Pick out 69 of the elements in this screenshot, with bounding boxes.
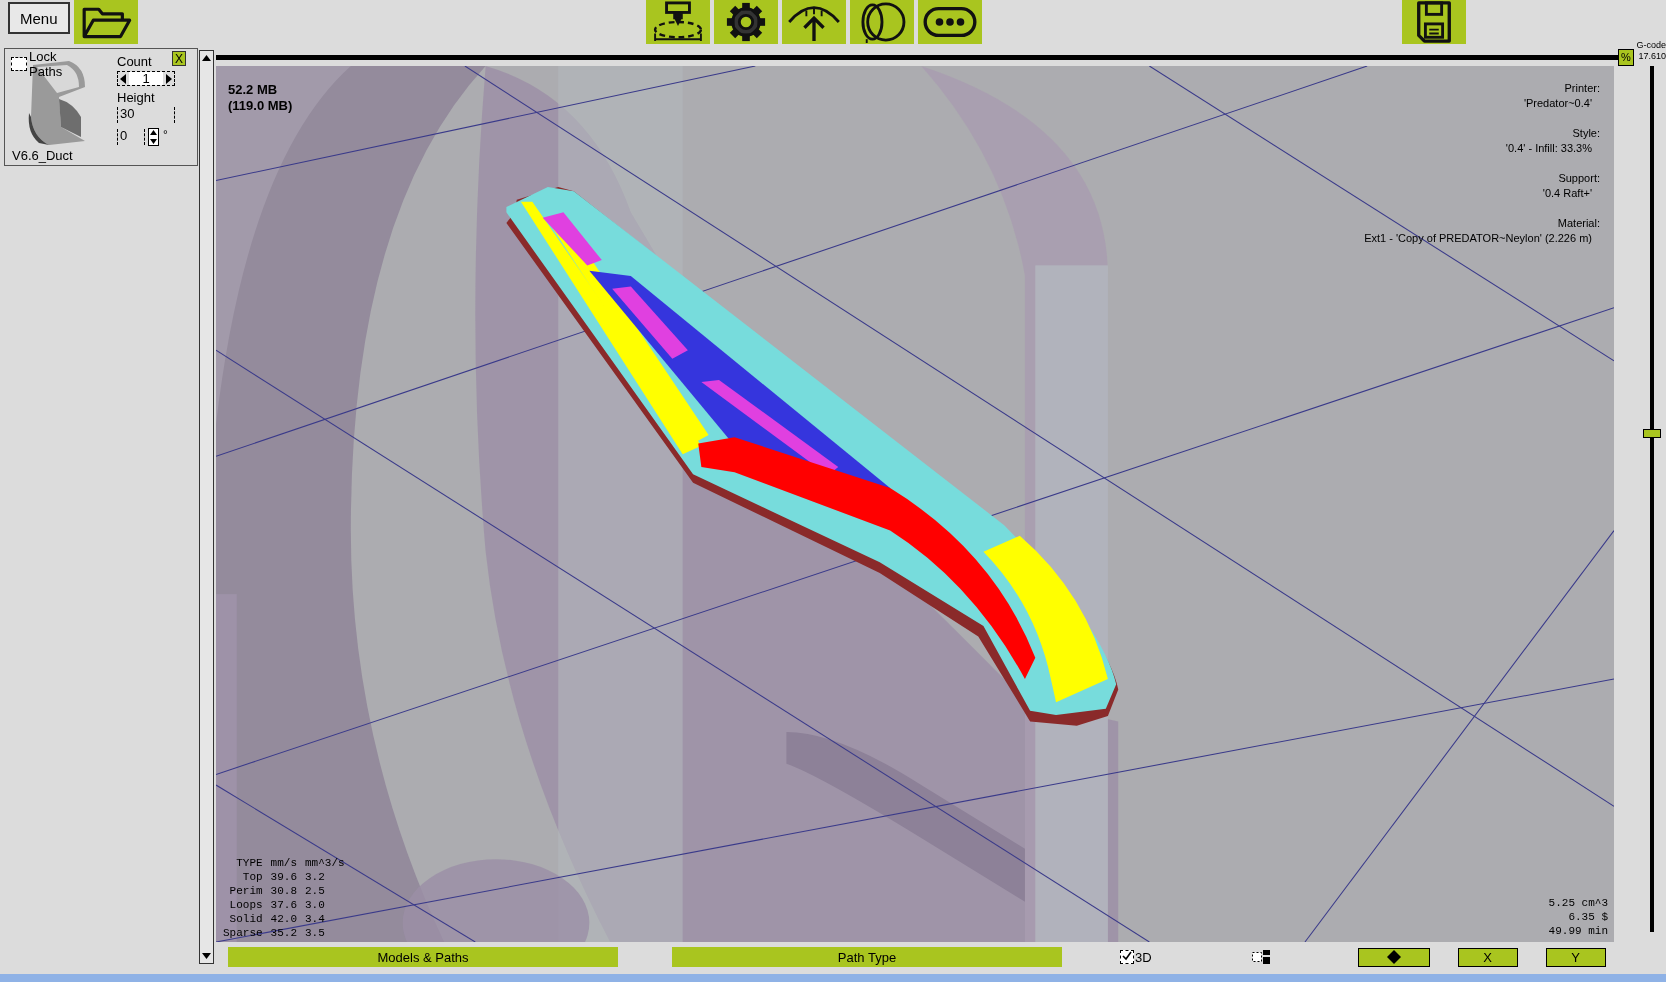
filament-spool-button[interactable] xyxy=(849,0,914,44)
more-options-button[interactable] xyxy=(917,0,982,44)
center-view-button[interactable] xyxy=(1357,947,1430,967)
info-value: Ext1 - 'Copy of PREDATOR~Neylon' (2.226 m) xyxy=(1364,231,1592,246)
rotation-spinner-icon[interactable] xyxy=(148,128,159,146)
table-cell-text: 3.4 xyxy=(304,912,326,926)
table-cell-text: 3.0 xyxy=(304,898,326,912)
model-card[interactable]: Lock Paths Count X 1 Height 30 0 ° V6.6_Duct xyxy=(4,48,198,166)
total-value: 6.35 $ xyxy=(1568,910,1608,924)
count-spinner[interactable]: 1 xyxy=(117,71,175,86)
scroll-down-icon[interactable] xyxy=(201,952,212,960)
table-cell-text: 39.6 xyxy=(269,870,298,884)
table-cell-text: 42.0 xyxy=(269,912,298,926)
info-value: '0.4' - Infill: 33.3% xyxy=(1505,141,1592,156)
table-cell-text: 35.2 xyxy=(269,926,298,940)
model-name: V6.6_Duct xyxy=(12,148,73,163)
scroll-up-icon[interactable] xyxy=(201,54,212,62)
open-folder-button[interactable] xyxy=(73,0,138,44)
right-arrow-icon xyxy=(166,73,172,84)
printer-bed-button[interactable] xyxy=(645,0,710,44)
total-value: 5.25 cm^3 xyxy=(1548,896,1608,910)
info-label: Material: xyxy=(1557,216,1600,231)
column-header: mm/s xyxy=(269,856,298,870)
height-input-field[interactable]: 30 xyxy=(117,107,175,123)
x-view-button[interactable]: X xyxy=(1457,947,1518,967)
models-paths-button[interactable]: Models & Paths xyxy=(228,947,618,967)
table-cell-text: Sparse xyxy=(222,926,264,940)
table-cell-text: 3.2 xyxy=(304,870,326,884)
count-label: Count xyxy=(117,54,152,69)
upload-arrow-button[interactable] xyxy=(781,0,846,44)
diamond-icon xyxy=(1386,950,1401,964)
table-cell-text: 30.8 xyxy=(269,884,298,898)
table-cell-text: 3.5 xyxy=(304,926,326,940)
info-label: Style: xyxy=(1572,126,1600,141)
column-header: mm^3/s xyxy=(304,856,346,870)
remove-model-button[interactable]: X xyxy=(172,51,186,66)
3d-view-checkbox[interactable]: 3D xyxy=(1120,949,1152,965)
degree-symbol: ° xyxy=(163,128,168,142)
y-view-button[interactable]: Y xyxy=(1545,947,1606,967)
percent-button[interactable]: % xyxy=(1618,48,1634,66)
save-button[interactable] xyxy=(1402,0,1466,44)
settings-gear-button[interactable] xyxy=(713,0,778,44)
table-cell-text: 2.5 xyxy=(304,884,326,898)
left-arrow-icon xyxy=(120,73,126,84)
gcode-value: 17.610 xyxy=(1638,51,1666,62)
lock-paths-checkbox[interactable] xyxy=(11,57,27,71)
checkmark-icon xyxy=(1122,951,1132,961)
table-cell-text: 37.6 xyxy=(269,898,298,912)
view-layout-icon[interactable] xyxy=(1251,950,1270,964)
column-header: TYPE xyxy=(235,856,264,870)
memory-usage-text: 52.2 MB xyxy=(228,82,279,98)
path-type-button[interactable]: Path Type xyxy=(672,947,1062,967)
gcode-label: G-code xyxy=(1636,40,1666,51)
table-cell-text: Loops xyxy=(228,898,264,912)
table-cell-text: Solid xyxy=(228,912,264,926)
memory-usage-text: (119.0 MB) xyxy=(228,98,293,114)
info-label: Printer: xyxy=(1564,81,1600,96)
height-label: Height xyxy=(117,90,155,105)
info-value: '0.4 Raft+' xyxy=(1542,186,1592,201)
table-cell-text: Perim xyxy=(228,884,264,898)
3d-toolpath-preview-drawing[interactable] xyxy=(216,66,1614,942)
layer-slider-thumb[interactable] xyxy=(1643,429,1661,439)
rotation-input-field[interactable]: 0 xyxy=(117,129,145,145)
info-value: 'Predator~0.4' xyxy=(1523,96,1592,111)
table-cell-text: Top xyxy=(241,870,264,884)
info-label: Support: xyxy=(1558,171,1600,186)
menu-button[interactable]: Menu xyxy=(8,2,70,34)
lock-paths-label: Lock Paths xyxy=(29,49,64,79)
total-value: 49.99 min xyxy=(1548,924,1608,938)
